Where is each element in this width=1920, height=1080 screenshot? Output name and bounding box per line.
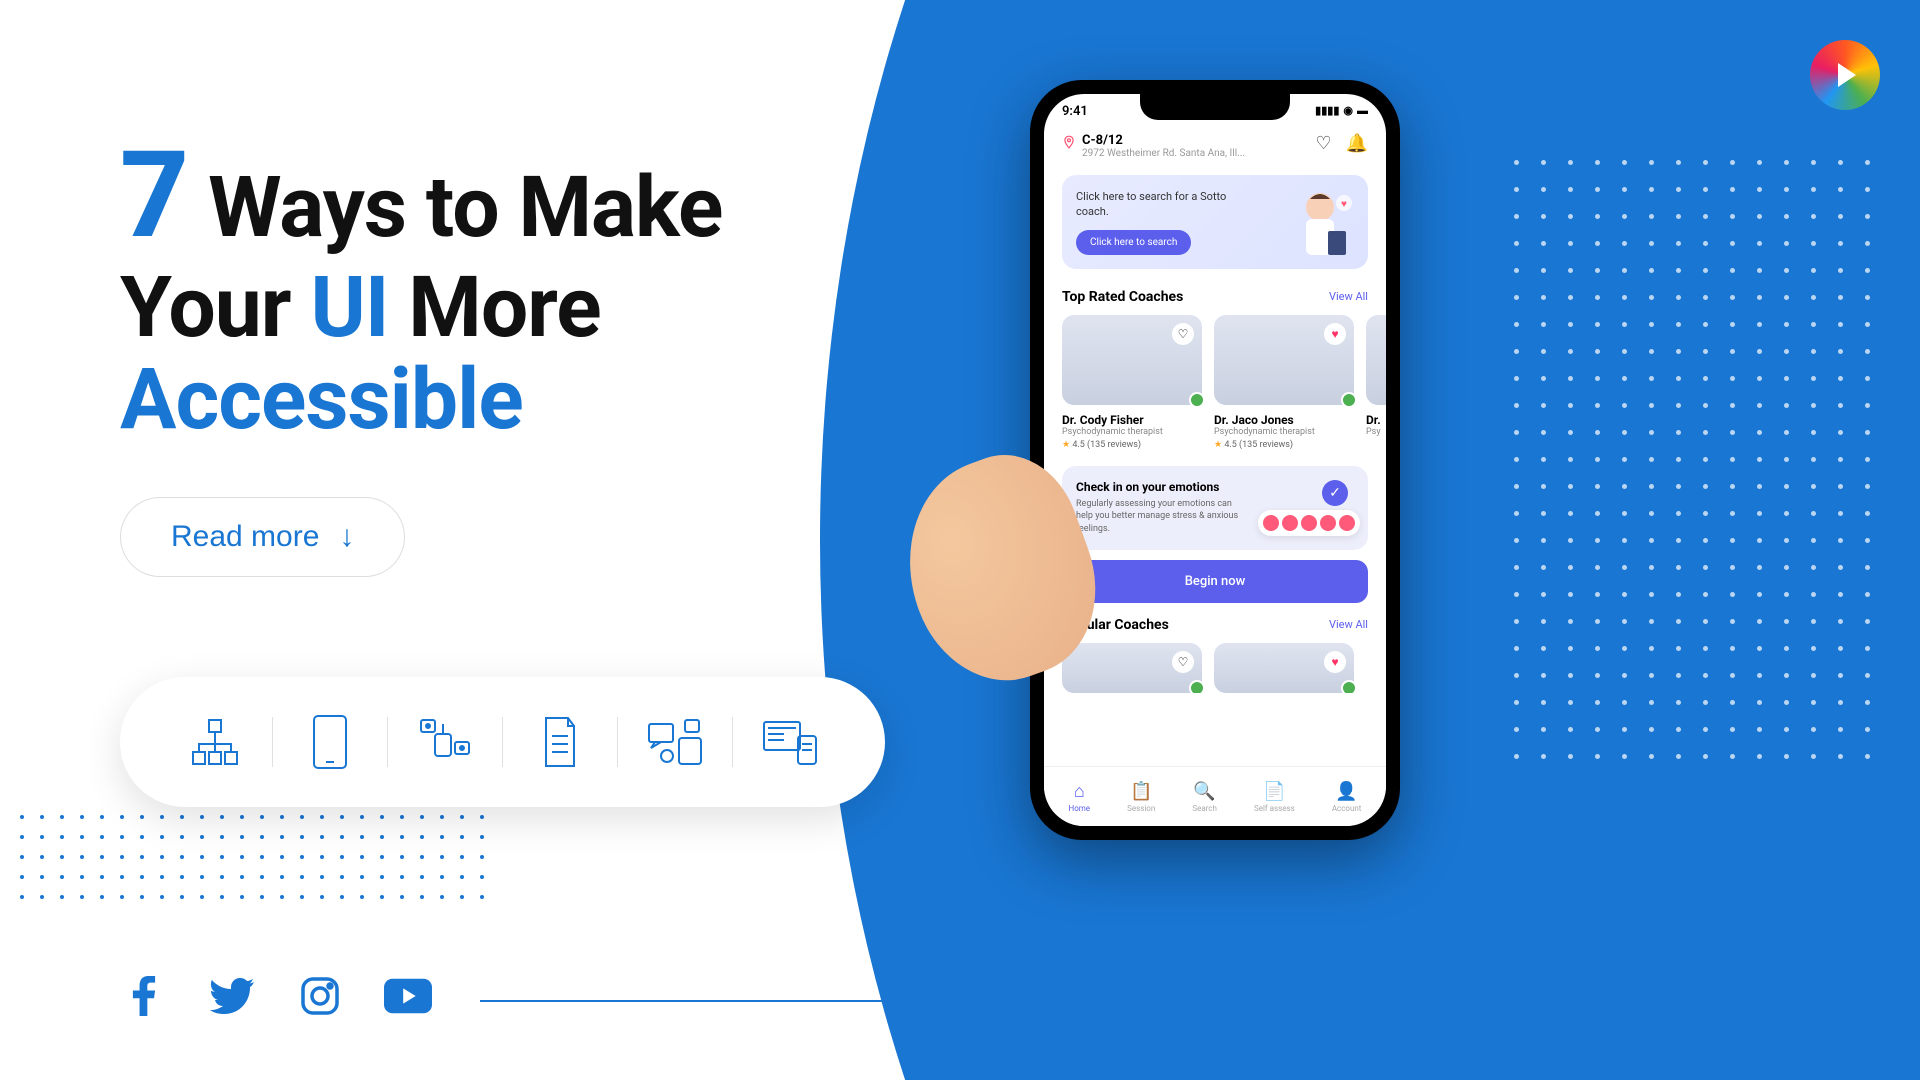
divider-line	[480, 1000, 920, 1002]
emotion-text: Regularly assessing your emotions can he…	[1076, 498, 1243, 536]
read-more-label: Read more	[171, 520, 319, 554]
down-arrow-icon: ↓	[339, 520, 354, 554]
document-icon	[515, 707, 605, 777]
nav-session[interactable]: 📋 Session	[1127, 781, 1155, 813]
coach-name: Dr. Jaco Jones	[1214, 413, 1354, 427]
wifi-icon: ◉	[1343, 104, 1353, 119]
location-block[interactable]: C-8/12 2972 Westheimer Rd. Santa Ana, Il…	[1062, 133, 1245, 159]
blue-dot-pattern	[20, 815, 484, 899]
nav-self-assess[interactable]: 📄 Self assess	[1254, 781, 1295, 813]
search-card-text: Click here to search for a Sotto coach.	[1076, 189, 1243, 220]
favorite-icon[interactable]: ♡	[1172, 651, 1194, 673]
chat-devices-icon	[630, 707, 720, 777]
nav-label: Home	[1069, 804, 1091, 813]
coach-card[interactable]: ♥ Dr. Jaco Jones Psychodynamic therapist…	[1214, 315, 1354, 450]
emotion-title: Check in on your emotions	[1076, 480, 1354, 494]
heading-line2-pre: Your	[120, 258, 291, 357]
feature-icon-row	[120, 677, 885, 807]
coach-row: ♡ Dr. Cody Fisher Psychodynamic therapis…	[1044, 315, 1386, 450]
check-icon: ✓	[1322, 480, 1348, 506]
nav-label: Session	[1127, 804, 1155, 813]
phone-mockup: 9:41 ▮▮▮▮ ◉ ▬ C-8/12 2972 Westheimer Rd.…	[1030, 80, 1400, 840]
coach-rating: ★ 4.5 (135 reviews)	[1214, 440, 1354, 450]
signal-icon: ▮▮▮▮	[1315, 104, 1339, 119]
nav-label: Search	[1192, 804, 1217, 813]
coach-role: Psy	[1366, 427, 1386, 437]
main-heading: 7 Ways to Make Your UI More Accessible	[120, 130, 820, 447]
coach-card[interactable]: ♥	[1214, 643, 1354, 693]
search-icon: 🔍	[1193, 781, 1215, 802]
heading-line1: Ways to Make	[208, 158, 722, 257]
nav-home[interactable]: ⌂ Home	[1069, 781, 1091, 813]
location-pin-icon	[1062, 135, 1076, 149]
bell-icon[interactable]: 🔔	[1346, 133, 1368, 154]
svg-text:♥: ♥	[1341, 199, 1347, 210]
coach-name: Dr. Cody Fisher	[1062, 413, 1202, 427]
calendar-icon: 📋	[1130, 781, 1152, 802]
coach-card[interactable]: ♡ Dr. Cody Fisher Psychodynamic therapis…	[1062, 315, 1202, 450]
coach-role: Psychodynamic therapist	[1062, 427, 1202, 437]
hand-holding-phone: 9:41 ▮▮▮▮ ◉ ▬ C-8/12 2972 Westheimer Rd.…	[950, 80, 1630, 1060]
location-code: C-8/12	[1082, 133, 1245, 148]
nav-search[interactable]: 🔍 Search	[1192, 781, 1217, 813]
search-card: Click here to search for a Sotto coach. …	[1062, 175, 1368, 269]
nav-label: Account	[1332, 804, 1362, 813]
heart-icon[interactable]: ♡	[1315, 133, 1331, 154]
home-icon: ⌂	[1074, 781, 1085, 802]
bottom-nav: ⌂ Home 📋 Session 🔍 Search 📄 Self assess	[1044, 766, 1386, 826]
emotion-card: Check in on your emotions Regularly asse…	[1062, 466, 1368, 550]
read-more-button[interactable]: Read more ↓	[120, 497, 405, 577]
user-icon: 👤	[1335, 781, 1357, 802]
doctor-illustration: ♥	[1280, 183, 1360, 263]
phone-screen: 9:41 ▮▮▮▮ ◉ ▬ C-8/12 2972 Westheimer Rd.…	[1044, 94, 1386, 826]
nav-label: Self assess	[1254, 804, 1295, 813]
begin-now-button[interactable]: Begin now	[1062, 560, 1368, 603]
social-links	[120, 972, 432, 1020]
view-all-link[interactable]: View All	[1329, 618, 1368, 631]
youtube-icon[interactable]	[384, 972, 432, 1020]
heading-line3: Accessible	[120, 350, 523, 449]
heading-number: 7	[120, 126, 188, 266]
heading-line2-post: More	[408, 258, 600, 357]
nav-account[interactable]: 👤 Account	[1332, 781, 1362, 813]
brand-logo	[1810, 40, 1880, 110]
instagram-icon[interactable]	[296, 972, 344, 1020]
coach-rating: ★ 4.5 (135 reviews)	[1062, 440, 1202, 450]
twitter-icon[interactable]	[208, 972, 256, 1020]
mobile-icon	[285, 707, 375, 777]
interaction-icon	[400, 707, 490, 777]
favorite-icon[interactable]: ♡	[1172, 323, 1194, 345]
responsive-icon	[745, 707, 835, 777]
clipboard-icon: 📄	[1263, 781, 1285, 802]
favorite-icon[interactable]: ♥	[1324, 323, 1346, 345]
heading-highlight: UI	[310, 258, 388, 357]
facebook-icon[interactable]	[120, 972, 168, 1020]
top-rated-title: Top Rated Coaches	[1062, 289, 1183, 305]
view-all-link[interactable]: View All	[1329, 290, 1368, 303]
emotion-faces[interactable]	[1258, 510, 1360, 536]
search-button[interactable]: Click here to search	[1076, 230, 1191, 255]
coach-card[interactable]: Dr. Psy	[1366, 315, 1386, 450]
status-time: 9:41	[1062, 104, 1088, 119]
coach-role: Psychodynamic therapist	[1214, 427, 1354, 437]
favorite-icon[interactable]: ♥	[1324, 651, 1346, 673]
popular-coach-row: ♡ ♥	[1044, 643, 1386, 693]
coach-card[interactable]: ♡	[1062, 643, 1202, 693]
location-address: 2972 Westheimer Rd. Santa Ana, Ill...	[1082, 148, 1245, 159]
hierarchy-icon	[170, 707, 260, 777]
coach-name: Dr.	[1366, 413, 1386, 427]
battery-icon: ▬	[1357, 104, 1368, 119]
